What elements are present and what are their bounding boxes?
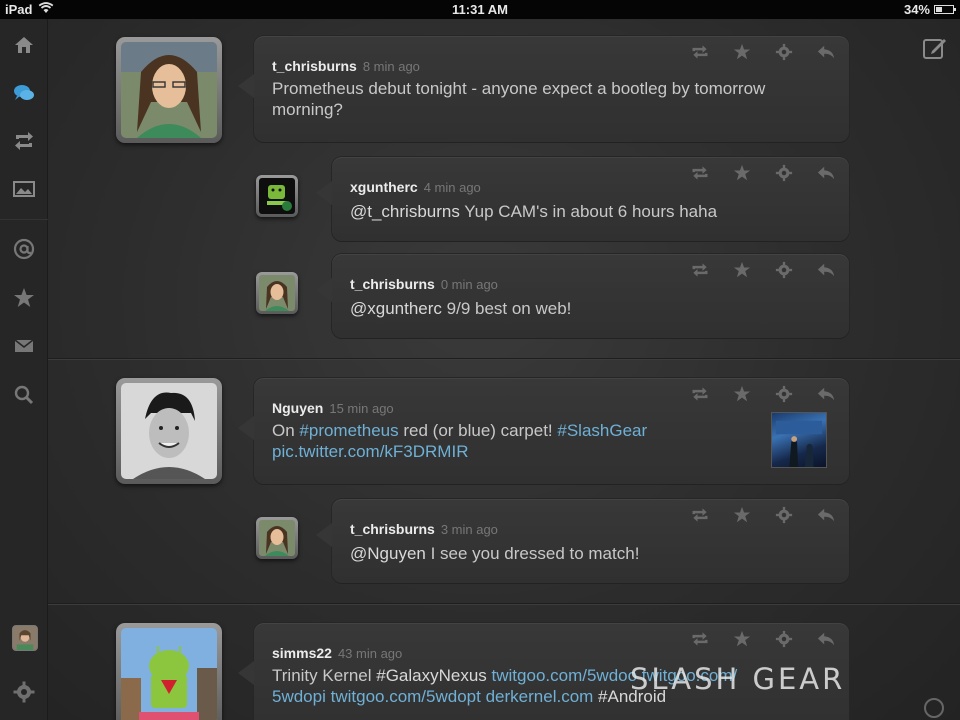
tweet-bubble[interactable]: Nguyen 15 min ago On #prometheus red (or … xyxy=(238,378,849,484)
tweet-text-body: Yup CAM's in about 6 hours haha xyxy=(459,202,718,221)
watermark-logo: SLASH GEAR xyxy=(630,662,846,696)
retweet-icon[interactable] xyxy=(689,163,711,183)
retweet-icon[interactable] xyxy=(689,260,711,280)
url-link[interactable]: pic.twitter.com/kF3DRMIR xyxy=(272,442,468,461)
tweet-actions xyxy=(689,260,837,280)
tweet-text-body: I see you dressed to match! xyxy=(425,544,640,563)
star-icon[interactable] xyxy=(731,505,753,525)
tweet-username[interactable]: xguntherc xyxy=(350,179,418,195)
retweet-icon[interactable] xyxy=(689,505,711,525)
tweet-bubble[interactable]: t_chrisburns 3 min ago @Nguyen I see you … xyxy=(316,499,849,583)
tweet-time: 43 min ago xyxy=(337,646,403,661)
tweet-bubble[interactable]: xguntherc 4 min ago @t_chrisburns Yup CAM… xyxy=(316,157,849,241)
app-window: t_chrisburns 8 min ago Prometheus debut t… xyxy=(0,19,960,720)
tweet-actions xyxy=(689,384,837,404)
tweet-text-part: red (or blue) carpet! xyxy=(398,421,558,440)
conversation-divider xyxy=(48,603,960,605)
url-link[interactable]: derkernel.com xyxy=(486,687,594,706)
star-icon[interactable] xyxy=(731,163,753,183)
tweet-actions xyxy=(689,629,837,649)
status-bar: iPad 11:31 AM 34% xyxy=(0,0,960,19)
home-icon[interactable] xyxy=(10,31,38,59)
tweet-time: 15 min ago xyxy=(329,401,394,416)
star-icon[interactable] xyxy=(731,629,753,649)
avatar[interactable] xyxy=(256,272,298,314)
tweet-text: Prometheus debut tonight - anyone expect… xyxy=(272,79,766,119)
url-link[interactable]: twitgoo.com/5wdopt xyxy=(331,687,481,706)
tweet-bubble[interactable]: t_chrisburns 8 min ago Prometheus debut t… xyxy=(238,36,849,142)
mentions-icon[interactable] xyxy=(10,235,38,263)
hashtag-link[interactable]: #GalaxyNexus xyxy=(376,666,487,685)
reply-icon[interactable] xyxy=(815,505,837,525)
scroll-indicator-icon xyxy=(924,698,944,718)
gear-icon[interactable] xyxy=(773,163,795,183)
mention-link[interactable]: @t_chrisburns xyxy=(350,202,460,221)
conversations-icon[interactable] xyxy=(10,79,38,107)
settings-gear-icon[interactable] xyxy=(10,678,38,706)
star-icon[interactable] xyxy=(731,384,753,404)
sidebar xyxy=(0,19,48,720)
gear-icon[interactable] xyxy=(773,505,795,525)
tweet-text: @t_chrisburns Yup CAM's in about 6 hours… xyxy=(350,201,717,222)
tweet-text: @xguntherc 9/9 best on web! xyxy=(350,298,571,319)
avatar[interactable] xyxy=(116,378,222,484)
avatar[interactable] xyxy=(116,37,222,143)
messages-icon[interactable] xyxy=(10,332,38,360)
tweet-time: 3 min ago xyxy=(440,522,498,537)
retweet-icon[interactable] xyxy=(689,629,711,649)
mention-link[interactable]: @xguntherc xyxy=(350,299,442,318)
tweet-text: On #prometheus red (or blue) carpet! #Sl… xyxy=(272,420,742,462)
favorites-icon[interactable] xyxy=(10,284,38,312)
tweet-username[interactable]: Nguyen xyxy=(272,400,323,416)
gear-icon[interactable] xyxy=(773,629,795,649)
tweet-text-part: On xyxy=(272,421,300,440)
tweet-actions xyxy=(689,42,837,62)
reply-icon[interactable] xyxy=(815,629,837,649)
tweet-bubble[interactable]: t_chrisburns 0 min ago @xguntherc 9/9 bes… xyxy=(316,254,849,338)
hashtag-link[interactable]: #SlashGear xyxy=(557,421,647,440)
tweet-actions xyxy=(689,163,837,183)
tweet-time: 8 min ago xyxy=(362,59,420,74)
tweet-username[interactable]: simms22 xyxy=(272,645,332,661)
reply-icon[interactable] xyxy=(815,384,837,404)
star-icon[interactable] xyxy=(731,42,753,62)
retweets-icon[interactable] xyxy=(10,127,38,155)
tweet-text-part: Trinity Kernel xyxy=(272,666,377,685)
hashtag-link[interactable]: #prometheus xyxy=(299,421,398,440)
retweet-icon[interactable] xyxy=(689,42,711,62)
retweet-icon[interactable] xyxy=(689,384,711,404)
gear-icon[interactable] xyxy=(773,384,795,404)
tweet-time: 4 min ago xyxy=(423,180,481,195)
gear-icon[interactable] xyxy=(773,260,795,280)
battery-icon xyxy=(934,5,956,14)
tweet-time: 0 min ago xyxy=(440,277,498,292)
tweet-username[interactable]: t_chrisburns xyxy=(272,58,357,74)
profile-avatar[interactable] xyxy=(12,625,38,651)
tweet-text-body: 9/9 best on web! xyxy=(441,299,572,318)
tweet-actions xyxy=(689,505,837,525)
conversation-divider xyxy=(48,358,960,360)
battery-percent: 34% xyxy=(903,2,930,17)
reply-icon[interactable] xyxy=(815,42,837,62)
avatar[interactable] xyxy=(256,175,298,217)
star-icon[interactable] xyxy=(731,260,753,280)
gear-icon[interactable] xyxy=(773,42,795,62)
url-link[interactable]: 5wdopi xyxy=(272,687,326,706)
media-icon[interactable] xyxy=(10,175,38,203)
sidebar-divider xyxy=(0,219,48,220)
mention-link[interactable]: @Nguyen xyxy=(350,544,426,563)
search-icon[interactable] xyxy=(10,381,38,409)
avatar[interactable] xyxy=(116,623,222,720)
reply-icon[interactable] xyxy=(815,260,837,280)
compose-icon[interactable] xyxy=(922,35,948,61)
clock: 11:31 AM xyxy=(452,2,508,17)
tweet-text: @Nguyen I see you dressed to match! xyxy=(350,543,639,564)
tweet-username[interactable]: t_chrisburns xyxy=(350,276,435,292)
url-link[interactable]: twitgoo.com/5wdoo xyxy=(492,666,638,685)
tweet-username[interactable]: t_chrisburns xyxy=(350,521,435,537)
media-thumbnail[interactable] xyxy=(771,412,827,468)
reply-icon[interactable] xyxy=(815,163,837,183)
avatar[interactable] xyxy=(256,517,298,559)
